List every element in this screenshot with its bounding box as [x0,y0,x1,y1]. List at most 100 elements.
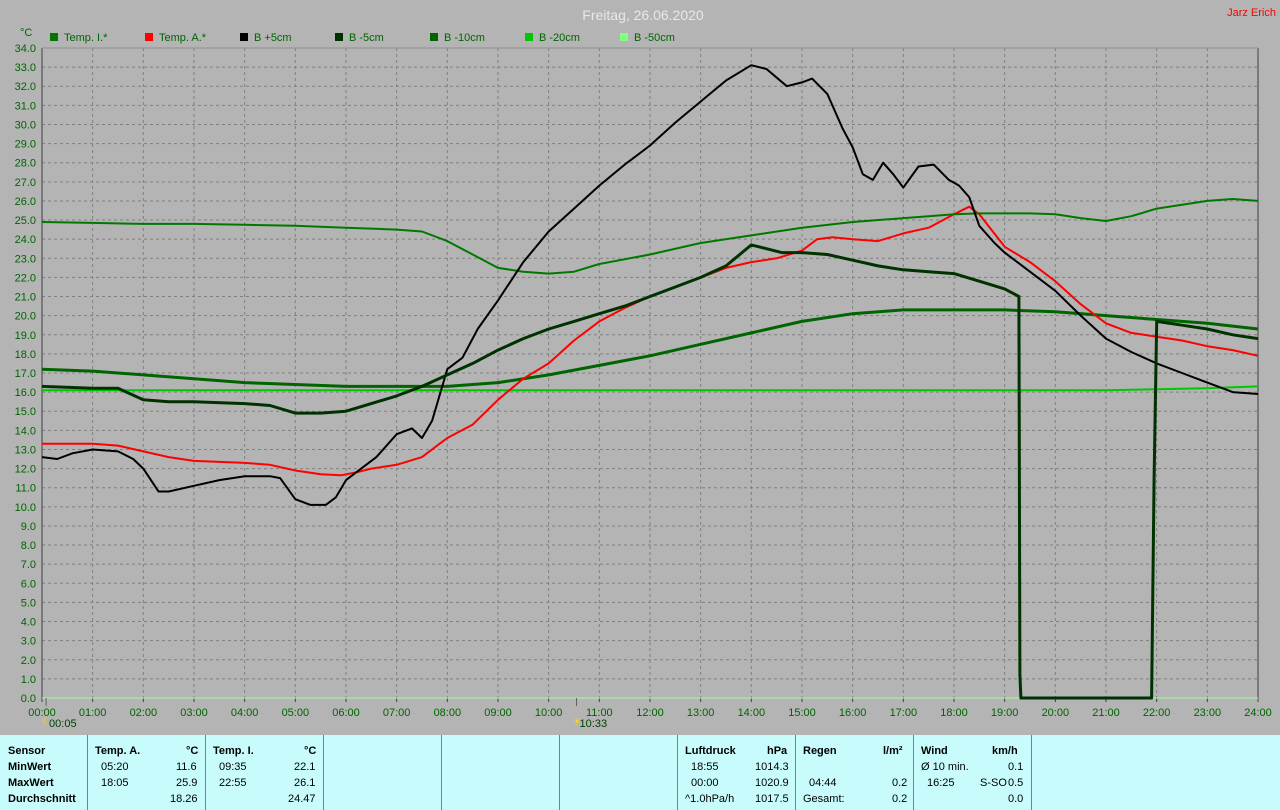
chart-title: Freitag, 26.06.2020 [582,7,704,23]
temp-i-max-time: 22:55 [219,777,247,789]
y-tick-label: 14.0 [15,425,36,437]
x-tick-label: 22:00 [1143,707,1171,719]
x-tick-label: 05:00 [282,707,310,719]
x-tick-label: 02:00 [130,707,158,719]
x-tick-label: 24:00 [1244,707,1272,719]
y-tick-label: 21.0 [15,292,36,304]
x-tick-label: 10:00 [535,707,563,719]
legend-swatch [430,33,438,41]
legend-swatch [620,33,628,41]
sensor-header: Sensor [8,745,46,757]
temp-i-min-time: 09:35 [219,761,247,773]
row-label-min: MinWert [8,761,52,773]
temp-a-header: Temp. A. [95,745,141,757]
divider [559,735,560,810]
x-tick-label: 09:00 [484,707,512,719]
y-tick-label: 15.0 [15,406,36,418]
temp-a-max-value: 25.9 [176,777,198,789]
divider [1031,735,1032,810]
y-tick-label: 29.0 [15,139,36,151]
y-tick-label: 2.0 [21,655,36,667]
wind-max-value: 0.5 [1008,777,1024,789]
x-tick-label: 23:00 [1194,707,1222,719]
divider [87,735,88,810]
wind-avg-label: Ø 10 min. [921,761,969,773]
y-tick-label: 20.0 [15,311,36,323]
y-tick-label: 5.0 [21,597,36,609]
x-tick-label: 18:00 [940,707,968,719]
x-tick-label: 21:00 [1092,707,1120,719]
y-tick-label: 26.0 [15,196,36,208]
x-tick-label: 03:00 [180,707,208,719]
legend-label: B +5cm [254,32,292,44]
temp-i-max-value: 26.1 [294,777,316,789]
y-tick-label: 16.0 [15,387,36,399]
y-tick-label: 3.0 [21,636,36,648]
rain-header: Regen [803,745,837,757]
pressure-header: Luftdruck [685,745,736,757]
wind-min-value: 0.0 [1008,793,1024,805]
x-tick-label: 20:00 [1042,707,1070,719]
x-tick-label: 14:00 [738,707,766,719]
temp-a-unit: °C [186,745,199,757]
divider [677,735,678,810]
y-tick-label: 25.0 [15,215,36,227]
legend-swatch [145,33,153,41]
x-tick-label: 17:00 [890,707,918,719]
rain-total-label: Gesamt: [803,793,845,805]
time-marker-label: 00:05 [49,718,77,730]
legend-label: Temp. A.* [159,32,207,44]
temp-a-min-time: 05:20 [101,761,129,773]
wind-unit: km/h [992,745,1018,757]
y-tick-label: 8.0 [21,540,36,552]
divider [205,735,206,810]
y-tick-label: 6.0 [21,578,36,590]
chart-background [0,0,1280,735]
temp-a-average: 18.26 [170,793,198,805]
temp-i-header: Temp. I. [213,745,254,757]
divider [795,735,796,810]
pressure-unit: hPa [767,745,788,757]
x-tick-label: 01:00 [79,707,107,719]
pressure-average: 1017.5 [755,793,789,805]
legend-label: B -20cm [539,32,580,44]
pressure-max-time: 00:00 [691,777,719,789]
x-tick-label: 04:00 [231,707,259,719]
divider [913,735,914,810]
rain-unit: l/m² [883,745,903,757]
y-tick-label: 13.0 [15,444,36,456]
legend-swatch [240,33,248,41]
wind-max-time: 16:25 [927,777,955,789]
legend-label: Temp. I.* [64,32,108,44]
wind-direction: S-SO [980,777,1007,789]
temp-i-average: 24.47 [288,793,316,805]
x-tick-label: 13:00 [687,707,715,719]
rain-total-value: 0.2 [892,793,908,805]
temperature-chart: 0.0 1.0 2.0 3.0 4.0 5.0 6.0 7.0 8.0 9.0 10.0 11.0 12… [0,0,1280,735]
author-label: Jarz Erich [1227,7,1276,19]
legend-swatch [335,33,343,41]
legend-swatch [525,33,533,41]
rain-time: 04:44 [809,777,837,789]
divider [323,735,324,810]
x-tick-label: 08:00 [434,707,462,719]
y-tick-label: 27.0 [15,177,36,189]
y-tick-label: 23.0 [15,253,36,265]
x-tick-label: 16:00 [839,707,867,719]
temp-a-max-time: 18:05 [101,777,129,789]
rain-value: 0.2 [892,777,908,789]
temp-i-min-value: 22.1 [294,761,316,773]
statistics-panel: Sensor MinWert MaxWert Durchschnitt Temp… [0,735,1280,810]
y-tick-label: 24.0 [15,234,36,246]
y-tick-label: 19.0 [15,330,36,342]
y-unit-label: °C [20,27,32,39]
row-label-avg: Durchschnitt [8,793,76,805]
y-tick-label: 28.0 [15,158,36,170]
pressure-min-value: 1014.3 [755,761,789,773]
x-tick-label: 12:00 [636,707,664,719]
y-tick-label: 11.0 [15,483,36,495]
y-tick-label: 34.0 [15,43,36,55]
y-tick-label: 9.0 [21,521,36,533]
wind-header: Wind [921,745,948,757]
x-tick-label: 19:00 [991,707,1019,719]
